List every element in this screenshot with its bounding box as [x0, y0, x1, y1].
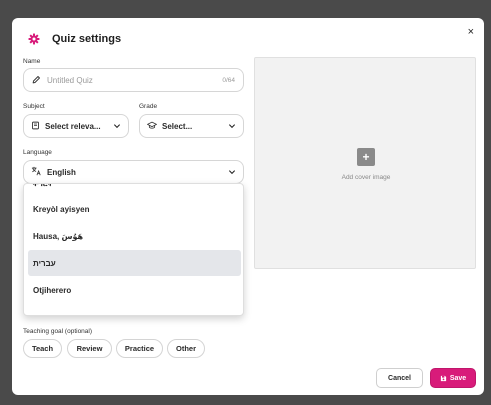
- grade-select[interactable]: Select...: [139, 114, 244, 138]
- chevron-down-icon: [112, 122, 121, 131]
- language-option[interactable]: Otjiherero: [28, 277, 241, 303]
- translate-icon: [31, 166, 42, 178]
- cancel-button[interactable]: Cancel: [376, 368, 423, 388]
- pencil-icon: [32, 75, 41, 86]
- graduation-cap-icon: [147, 121, 157, 132]
- goal-chip-practice[interactable]: Practice: [116, 339, 163, 358]
- add-cover-image-label: Add cover image: [341, 174, 391, 181]
- name-label: Name: [23, 58, 41, 65]
- subject-value: Select releva...: [45, 121, 101, 131]
- goal-chip-other[interactable]: Other: [167, 339, 205, 358]
- name-char-counter: 0/64: [222, 76, 235, 84]
- gear-icon: [26, 31, 42, 47]
- quiz-settings-dialog: Quiz settings × Name Untitled Quiz 0/64 …: [12, 18, 484, 395]
- close-icon[interactable]: ×: [468, 26, 474, 38]
- dialog-title: Quiz settings: [52, 33, 122, 45]
- grade-value: Select...: [162, 121, 193, 131]
- teaching-goal-label: Teaching goal (optional): [23, 328, 93, 335]
- dialog-header: Quiz settings: [26, 28, 121, 50]
- language-option-highlighted[interactable]: עברית: [28, 250, 241, 276]
- save-button[interactable]: Save: [430, 368, 476, 388]
- goal-chip-teach[interactable]: Teach: [23, 339, 62, 358]
- floppy-disk-icon: [440, 375, 447, 382]
- add-cover-image-button[interactable]: +: [357, 148, 375, 166]
- language-label: Language: [23, 149, 52, 156]
- chevron-down-icon: [227, 122, 236, 131]
- language-option[interactable]: Kreyòl ayisyen: [28, 196, 241, 222]
- cover-image-dropzone[interactable]: + Add cover image: [254, 57, 476, 269]
- language-dropdown-list[interactable]: ትግርኛ Kreyòl ayisyen Hausa, هَوُسَ עברית …: [23, 183, 244, 316]
- grade-label: Grade: [139, 103, 158, 110]
- subject-select[interactable]: Select releva...: [23, 114, 129, 138]
- chevron-down-icon: [227, 168, 236, 177]
- book-icon: [31, 121, 40, 132]
- language-option[interactable]: Hausa, هَوُسَ: [28, 223, 241, 249]
- subject-label: Subject: [23, 103, 45, 110]
- name-placeholder: Untitled Quiz: [47, 75, 93, 85]
- language-select[interactable]: English: [23, 160, 244, 184]
- language-value: English: [47, 167, 76, 177]
- goal-chip-review[interactable]: Review: [67, 339, 112, 358]
- save-button-label: Save: [449, 374, 467, 382]
- name-field[interactable]: Untitled Quiz 0/64: [23, 68, 244, 92]
- language-option[interactable]: ትግርኛ: [28, 184, 241, 197]
